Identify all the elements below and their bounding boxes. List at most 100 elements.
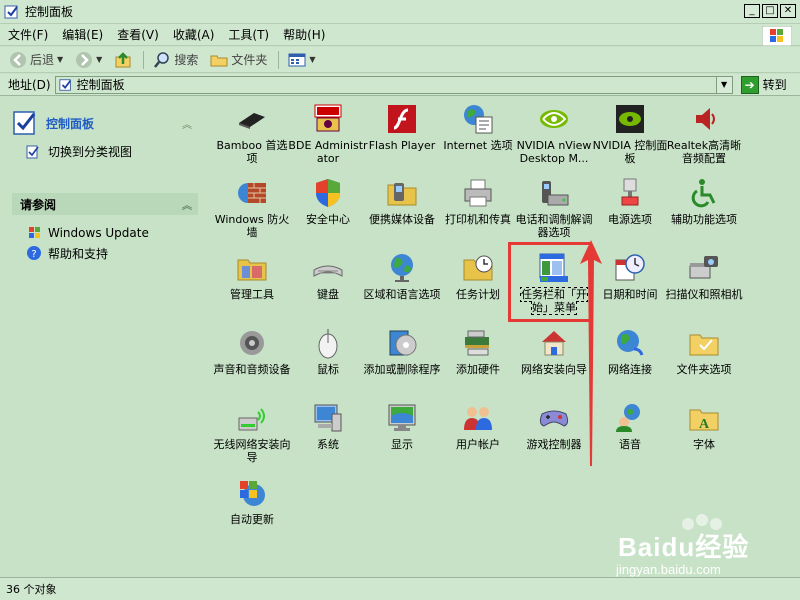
item-windows-firewall[interactable]: Windows 防火墙 xyxy=(212,177,292,239)
item-label: 自动更新 xyxy=(230,513,274,526)
item-label: 文件夹选项 xyxy=(676,363,732,376)
back-button[interactable]: 后退 ▼ xyxy=(6,49,66,71)
item-label: 任务计划 xyxy=(456,288,500,301)
item-internet-options[interactable]: Internet 选项 xyxy=(438,103,518,152)
item-wireless-network-wizard[interactable]: 无线网络安装向导 xyxy=(212,402,292,464)
forward-button[interactable]: ▼ xyxy=(72,49,105,71)
item-portable-media[interactable]: 便携媒体设备 xyxy=(362,177,442,226)
item-label: 用户帐户 xyxy=(456,438,500,451)
item-fonts[interactable]: A 字体 xyxy=(664,402,744,451)
switch-view-link[interactable]: 切换到分类视图 xyxy=(12,137,198,160)
see-also-header[interactable]: 请参阅 ︽ xyxy=(12,193,198,215)
item-folder-options[interactable]: 文件夹选项 xyxy=(664,327,744,376)
item-regional-language[interactable]: 区域和语言选项 xyxy=(362,252,442,301)
item-user-accounts[interactable]: 用户帐户 xyxy=(438,402,518,451)
internet-options-icon xyxy=(464,105,493,134)
item-admin-tools[interactable]: 管理工具 xyxy=(212,252,292,301)
address-value: 控制面板 xyxy=(76,78,125,92)
folders-button[interactable]: 文件夹 xyxy=(207,49,270,71)
item-label: Flash Player xyxy=(368,139,436,152)
back-dropdown-icon[interactable]: ▼ xyxy=(57,55,63,64)
maximize-button[interactable]: □ xyxy=(762,4,778,18)
go-button[interactable]: ➔ 转到 xyxy=(740,75,787,94)
item-keyboard[interactable]: 键盘 xyxy=(288,252,368,301)
firewall-icon xyxy=(238,183,266,203)
item-display[interactable]: 显示 xyxy=(362,402,442,451)
item-bde-admin[interactable]: BDE Administrator xyxy=(288,103,368,165)
menu-file[interactable]: 文件(F) xyxy=(8,26,48,43)
item-label: BDE Administrator xyxy=(288,139,368,165)
item-system[interactable]: 系统 xyxy=(288,402,368,451)
item-label: 电源选项 xyxy=(608,213,652,226)
item-label: 便携媒体设备 xyxy=(369,213,435,226)
item-accessibility[interactable]: 辅助功能选项 xyxy=(664,177,744,226)
item-label: 扫描仪和照相机 xyxy=(665,288,743,301)
item-mouse[interactable]: 鼠标 xyxy=(288,327,368,376)
help-support-link[interactable]: ? 帮助和支持 xyxy=(26,243,198,263)
windows-logo-icon xyxy=(762,26,792,46)
item-label: 显示 xyxy=(391,438,413,451)
bde-admin-icon xyxy=(314,104,342,132)
collapse-chevron-icon[interactable]: ︽ xyxy=(182,197,192,212)
menu-favorites[interactable]: 收藏(A) xyxy=(173,26,215,43)
search-button[interactable]: 搜索 xyxy=(150,49,201,71)
item-label: 安全中心 xyxy=(306,213,350,226)
back-arrow-icon xyxy=(10,51,26,68)
item-automatic-updates[interactable]: 自动更新 xyxy=(212,477,292,526)
forward-dropdown-icon[interactable]: ▼ xyxy=(96,55,102,64)
views-dropdown-icon[interactable]: ▼ xyxy=(309,55,315,64)
minimize-button[interactable]: _ xyxy=(744,4,760,18)
forward-arrow-icon xyxy=(76,51,93,68)
address-input[interactable]: 控制面板 ▼ xyxy=(54,75,733,94)
item-label: 系统 xyxy=(317,438,339,451)
search-icon xyxy=(154,51,170,68)
item-phone-modem[interactable]: 电话和调制解调器选项 xyxy=(514,177,594,239)
up-button[interactable] xyxy=(111,49,135,71)
views-button[interactable]: ▼ xyxy=(285,49,318,71)
item-label: Bamboo 首选项 xyxy=(216,139,288,165)
menu-tools[interactable]: 工具(T) xyxy=(228,26,269,43)
menu-edit[interactable]: 编辑(E) xyxy=(62,26,103,43)
item-realtek-audio[interactable]: Realtek高清晰音频配置 xyxy=(664,103,744,165)
windows-update-icon xyxy=(240,481,265,506)
windows-update-link[interactable]: Windows Update xyxy=(26,223,198,243)
scheduled-tasks-icon xyxy=(463,255,493,281)
item-scheduled-tasks[interactable]: 任务计划 xyxy=(438,252,518,301)
folder-up-icon xyxy=(115,51,131,67)
item-bamboo[interactable]: Bamboo 首选项 xyxy=(212,103,292,165)
control-panel-icon xyxy=(13,111,36,135)
item-nvidia-nview[interactable]: NVIDIA nView Desktop M... xyxy=(514,103,594,165)
flash-player-icon xyxy=(388,105,416,133)
menu-help[interactable]: 帮助(H) xyxy=(283,26,325,43)
item-nvidia-control-panel[interactable]: NVIDIA 控制面板 xyxy=(590,103,670,165)
menu-view[interactable]: 查看(V) xyxy=(117,26,159,43)
item-printers-faxes[interactable]: 打印机和传真 xyxy=(438,177,518,226)
item-label: NVIDIA 控制面板 xyxy=(592,139,668,165)
see-also-box: 请参阅 ︽ Windows Update ? 帮助和支持 xyxy=(12,193,198,263)
toolbar-separator xyxy=(278,50,280,69)
collapse-chevron-icon[interactable]: ︽ xyxy=(182,116,192,131)
item-label: Windows 防火墙 xyxy=(214,213,290,239)
address-label: 地址(D) xyxy=(8,78,51,92)
toolbar: 后退 ▼ ▼ 搜索 文件夹 ▼ xyxy=(0,47,800,73)
watermark-url: jingyan.baidu.com xyxy=(616,562,721,577)
item-flash-player[interactable]: Flash Player xyxy=(362,103,442,152)
close-button[interactable]: ✕ xyxy=(780,4,796,18)
shield-icon xyxy=(316,179,340,207)
portable-media-icon xyxy=(387,183,417,206)
task-box-title: 控制面板 xyxy=(46,116,95,131)
item-scanners-cameras[interactable]: 扫描仪和照相机 xyxy=(664,252,744,301)
item-sounds-audio[interactable]: 声音和音频设备 xyxy=(212,327,292,376)
scanner-camera-icon xyxy=(689,256,718,279)
address-dropdown-icon[interactable]: ▼ xyxy=(715,76,732,93)
keyboard-icon xyxy=(313,265,343,277)
house-icon xyxy=(542,331,566,356)
item-security-center[interactable]: 安全中心 xyxy=(288,177,368,226)
computer-icon xyxy=(314,404,342,432)
go-arrow-icon: ➔ xyxy=(740,75,759,94)
item-power-options[interactable]: 电源选项 xyxy=(590,177,670,226)
item-add-remove-programs[interactable]: 添加或删除程序 xyxy=(362,327,442,376)
item-add-hardware[interactable]: 添加硬件 xyxy=(438,327,518,376)
item-label: 键盘 xyxy=(317,288,339,301)
item-label: 无线网络安装向导 xyxy=(213,438,291,464)
